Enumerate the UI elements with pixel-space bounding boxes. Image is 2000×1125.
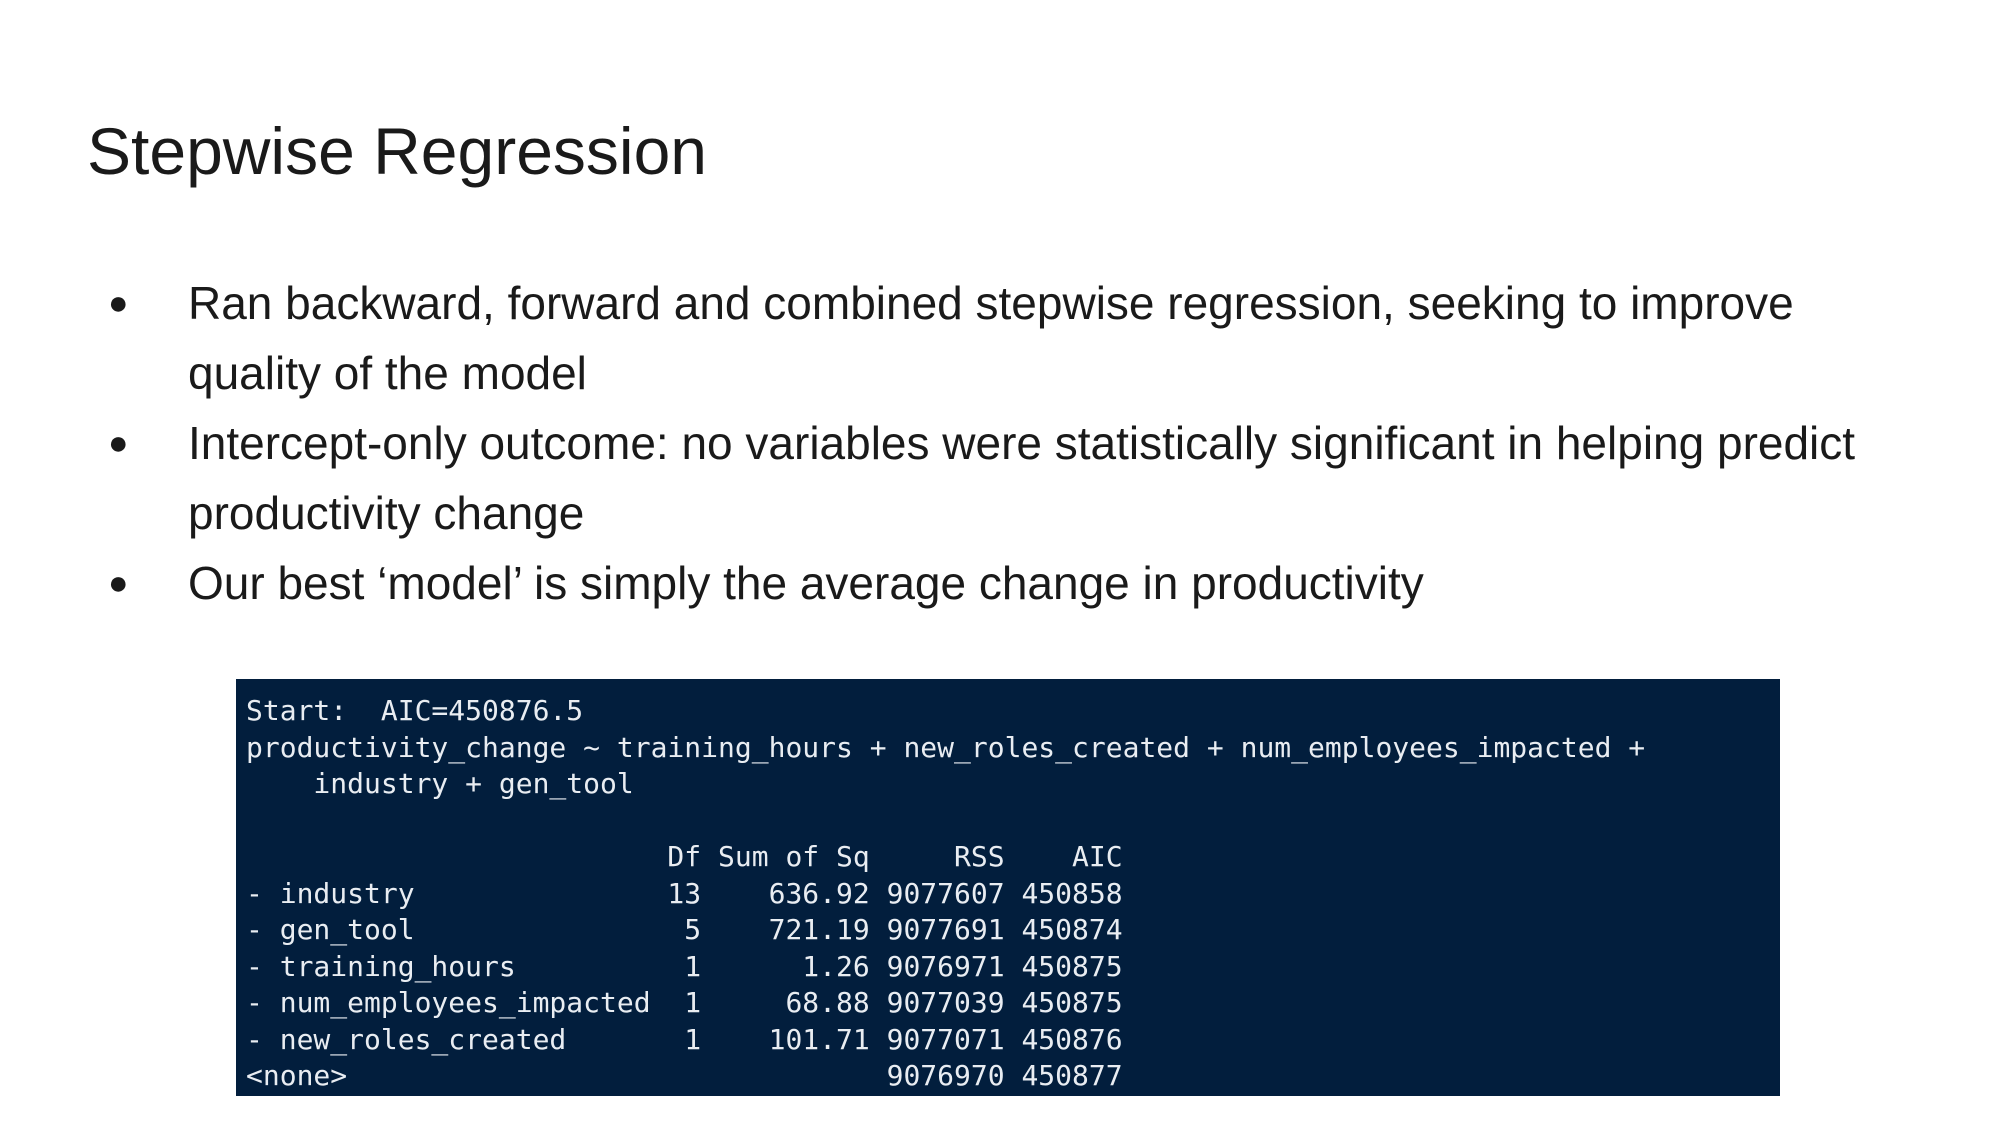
slide-title: Stepwise Regression [87, 114, 707, 188]
console-row-new-roles: - new_roles_created 1 101.71 9077071 450… [246, 1022, 1123, 1056]
console-line-formula-cont: industry + gen_tool [246, 767, 634, 800]
bullet-dot-icon: ● [108, 424, 129, 462]
bullet-text: Ran backward, forward and combined stepw… [188, 277, 1794, 399]
bullet-item: ● Ran backward, forward and combined ste… [100, 268, 1920, 408]
console-row-training-hours: - training_hours 1 1.26 9076971 450875 [246, 949, 1123, 983]
console-table-header: Df Sum of Sq RSS AIC [246, 840, 1123, 873]
bullet-text: Intercept-only outcome: no variables wer… [188, 417, 1856, 539]
r-console-output: Start: AIC=450876.5 productivity_change ~… [236, 679, 1780, 1096]
bullet-item: ● Our best ‘model’ is simply the average… [100, 548, 1920, 618]
console-row-gen-tool: - gen_tool 5 721.19 9077691 450874 [246, 913, 1123, 946]
bullet-text: Our best ‘model’ is simply the average c… [188, 557, 1424, 609]
bullet-dot-icon: ● [108, 284, 129, 322]
bullet-dot-icon: ● [108, 564, 129, 602]
slide: Stepwise Regression ● Ran backward, forw… [0, 0, 2000, 1125]
console-row-num-employees: - num_employees_impacted 1 68.88 9077039… [246, 986, 1123, 1019]
console-line-blank [246, 803, 1780, 840]
console-line-aic-start: Start: AIC=450876.5 [246, 694, 584, 727]
bullet-list: ● Ran backward, forward and combined ste… [100, 268, 1920, 618]
console-text: Start: AIC=450876.5 productivity_change ~… [236, 679, 1780, 1095]
console-line-formula: productivity_change ~ training_hours + n… [246, 730, 1646, 764]
console-row-industry: - industry 13 636.92 9077607 450858 [246, 876, 1123, 910]
bullet-item: ● Intercept-only outcome: no variables w… [100, 408, 1920, 548]
console-row-none: <none> 9076970 450877 [246, 1059, 1123, 1092]
